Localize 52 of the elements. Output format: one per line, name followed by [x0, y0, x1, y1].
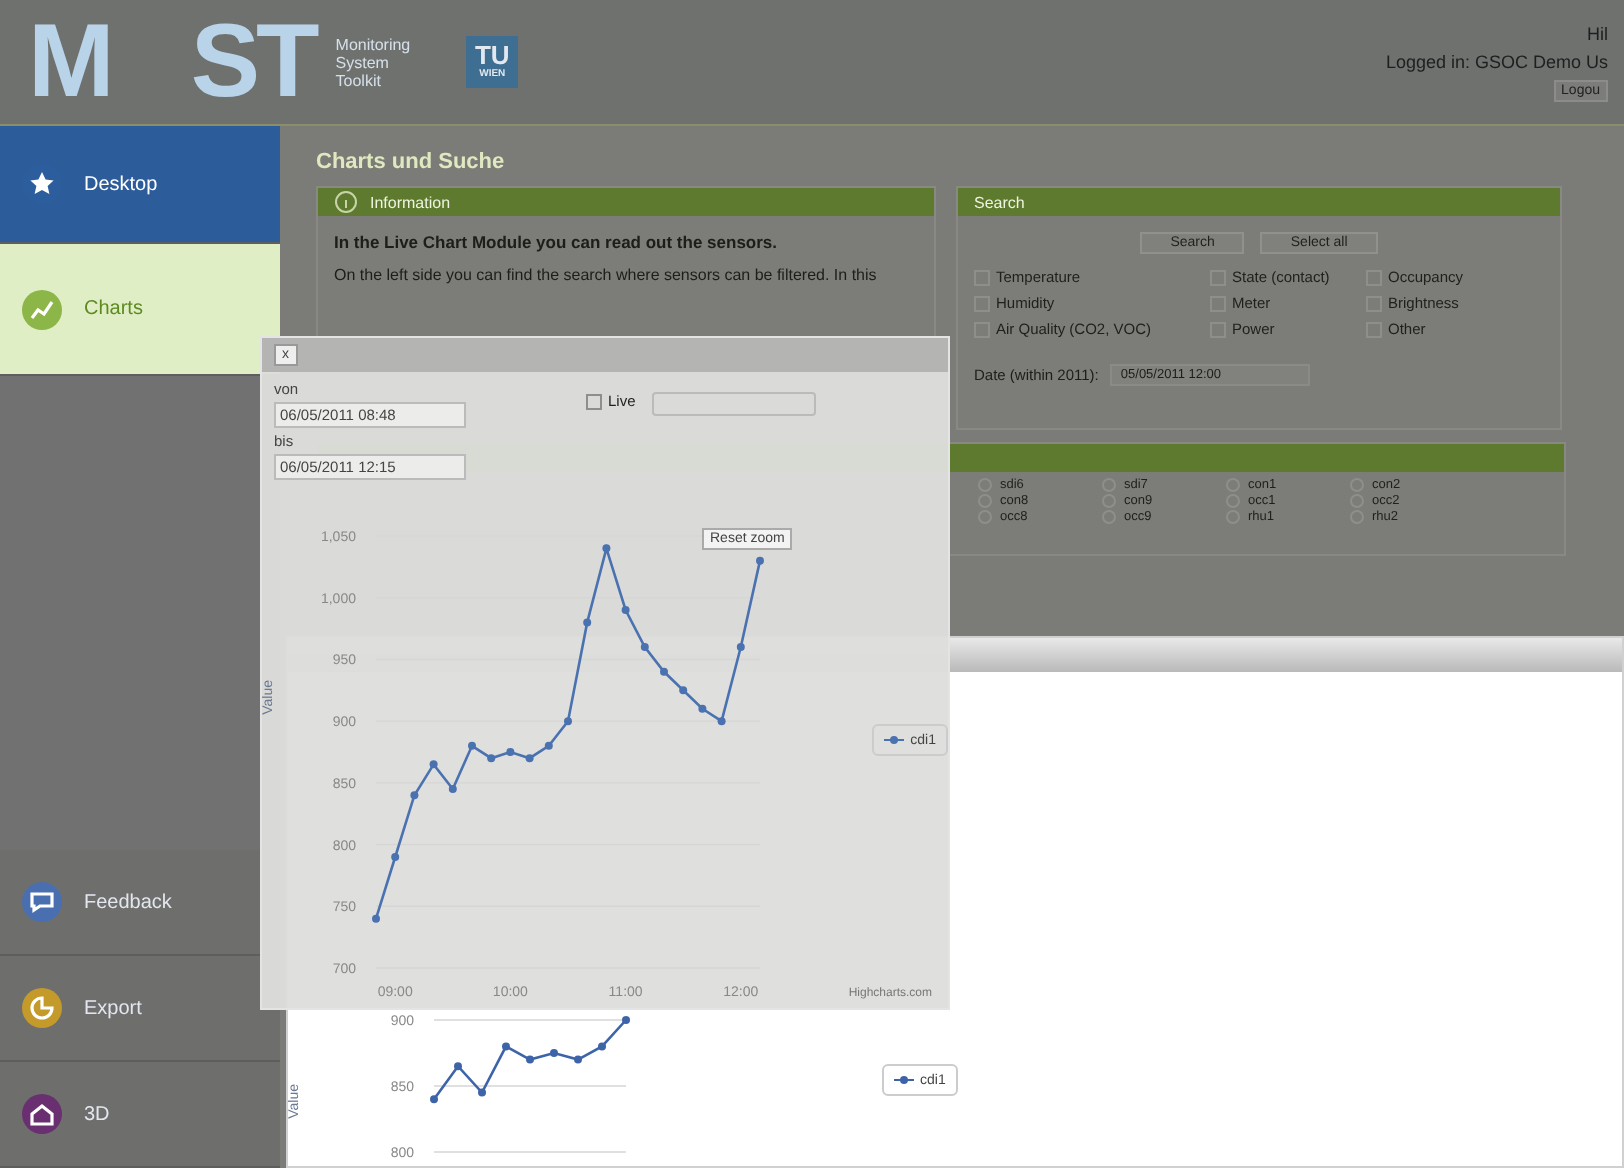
- page-title: Charts und Suche: [316, 150, 507, 174]
- chart-icon: [20, 287, 64, 331]
- data-point: [640, 643, 649, 652]
- panel-title: Search: [974, 193, 1025, 211]
- login-status: Logged in: GSOC Demo Us: [1385, 51, 1608, 71]
- help-link[interactable]: Hil: [1587, 23, 1608, 43]
- logo-letters: M: [28, 2, 111, 122]
- data-point: [622, 1016, 630, 1024]
- data-point: [602, 544, 611, 553]
- house-icon: [20, 1092, 64, 1136]
- data-point: [564, 717, 572, 726]
- bubble-icon: [20, 880, 64, 924]
- data-point: [598, 1042, 606, 1051]
- data-point: [487, 754, 496, 763]
- data-point: [736, 643, 745, 652]
- legend-line-icon: [894, 1074, 914, 1086]
- pie-icon: [20, 986, 64, 1030]
- data-point: [429, 760, 438, 769]
- data-point: [526, 1055, 534, 1064]
- data-point: [391, 852, 400, 861]
- legend-line-icon: [884, 734, 905, 746]
- logo-subtitle: Monitoring: [335, 35, 411, 53]
- data-point: [502, 1042, 510, 1051]
- data-point: [574, 1055, 582, 1064]
- data-point: [410, 791, 419, 800]
- info-text: On the left side you can find the search where sensors can be filtered. In this: [334, 266, 879, 284]
- data-point: [660, 667, 668, 676]
- data-point: [717, 717, 726, 726]
- data-point: [506, 748, 515, 756]
- logo-subtitle: System: [335, 53, 389, 71]
- sidebar-item[interactable]: Charts: [0, 244, 280, 376]
- data-point: [679, 686, 688, 695]
- sidebar-item[interactable]: Desktop: [0, 126, 280, 244]
- data-point: [430, 1095, 438, 1104]
- logo-letters: ST: [190, 2, 316, 122]
- data-point: [583, 618, 592, 627]
- panel-title: Information: [370, 193, 451, 211]
- data-point: [468, 741, 476, 750]
- data-point: [448, 785, 457, 794]
- data-point: [478, 1088, 486, 1097]
- data-point: [372, 914, 380, 923]
- data-point: [544, 741, 553, 750]
- data-point: [550, 1049, 558, 1057]
- data-point: [454, 1062, 462, 1071]
- logo-subtitle: Toolkit: [335, 71, 381, 89]
- data-point: [525, 754, 534, 763]
- info-icon: [334, 190, 358, 214]
- data-point: [698, 704, 707, 713]
- lead-text: In the Live Chart Module you can read out the sensors.: [334, 232, 780, 252]
- data-point: [756, 556, 764, 565]
- select-field[interactable]: [651, 392, 816, 416]
- data-point: [621, 606, 630, 615]
